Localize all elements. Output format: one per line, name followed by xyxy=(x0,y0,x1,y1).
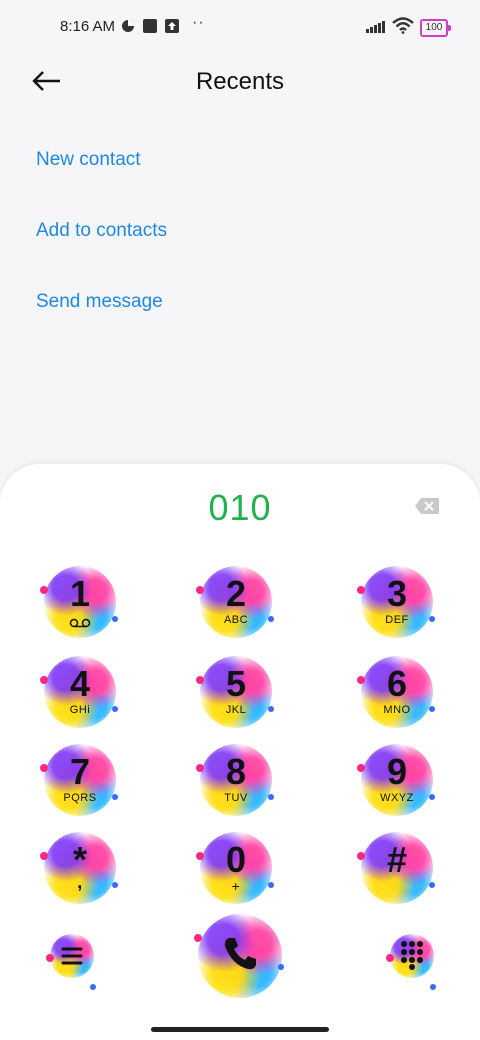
gesture-nav-bar[interactable] xyxy=(151,1027,329,1032)
key-letters: MNO xyxy=(383,704,411,716)
new-contact-link[interactable]: New contact xyxy=(36,149,141,171)
status-bar: 8:16 AM ·· 100 xyxy=(0,0,480,56)
key-3[interactable]: 3 DEF xyxy=(355,560,439,644)
key-6[interactable]: 6 MNO xyxy=(355,650,439,734)
key-digit: 5 xyxy=(225,663,247,704)
page-title: Recents xyxy=(195,68,285,95)
key-4[interactable]: 4 GHi xyxy=(38,650,122,734)
call-button[interactable] xyxy=(194,912,284,1000)
key-letters: TUV xyxy=(224,792,248,804)
key-letters: PQRS xyxy=(63,792,97,804)
key-letters: JKL xyxy=(225,704,247,716)
key-star[interactable]: * , xyxy=(38,826,122,910)
key-digit: 8 xyxy=(225,751,247,792)
dialed-number: 010 xyxy=(208,487,272,528)
key-digit: # xyxy=(386,839,408,880)
keypad-button[interactable] xyxy=(386,930,438,990)
key-letters: , xyxy=(77,872,83,892)
key-9[interactable]: 9 WXYZ xyxy=(355,738,439,822)
battery-icon: 100 xyxy=(420,19,451,37)
key-digit: 6 xyxy=(386,663,408,704)
key-digit: 4 xyxy=(69,663,91,704)
app-notification-icon xyxy=(143,19,157,33)
key-2[interactable]: 2 ABC xyxy=(194,560,278,644)
key-letters: WXYZ xyxy=(380,792,414,804)
key-digit: 7 xyxy=(69,751,91,792)
menu-icon xyxy=(61,947,83,965)
key-hash[interactable]: # xyxy=(355,826,439,910)
key-digit: 3 xyxy=(386,573,408,614)
menu-button[interactable] xyxy=(46,930,98,990)
phone-icon xyxy=(224,938,256,970)
voicemail-icon xyxy=(69,618,91,628)
more-dots-icon: ·· xyxy=(192,14,205,31)
key-0[interactable]: 0 + xyxy=(194,826,278,910)
data-saver-icon xyxy=(122,20,134,32)
backspace-icon[interactable] xyxy=(414,497,440,515)
add-to-contacts-link[interactable]: Add to contacts xyxy=(36,220,167,242)
key-7[interactable]: 7 PQRS xyxy=(38,738,122,822)
key-digit: 0 xyxy=(225,839,247,880)
key-letters: + xyxy=(231,878,241,894)
key-digit: 2 xyxy=(225,573,247,614)
dialpad-icon xyxy=(401,941,423,970)
key-letters: DEF xyxy=(385,614,409,626)
key-letters: ABC xyxy=(223,614,249,626)
wifi-icon xyxy=(392,17,414,34)
key-digit: 9 xyxy=(386,751,408,792)
signal-icon xyxy=(366,21,385,33)
key-1[interactable]: 1 xyxy=(38,560,122,644)
upload-icon xyxy=(165,19,179,33)
key-digit: 1 xyxy=(69,573,91,614)
key-8[interactable]: 8 TUV xyxy=(194,738,278,822)
key-5[interactable]: 5 JKL xyxy=(194,650,278,734)
key-letters: GHi xyxy=(69,704,91,716)
battery-level: 100 xyxy=(425,22,443,33)
send-message-link[interactable]: Send message xyxy=(36,291,163,313)
status-time: 8:16 AM xyxy=(60,18,116,35)
